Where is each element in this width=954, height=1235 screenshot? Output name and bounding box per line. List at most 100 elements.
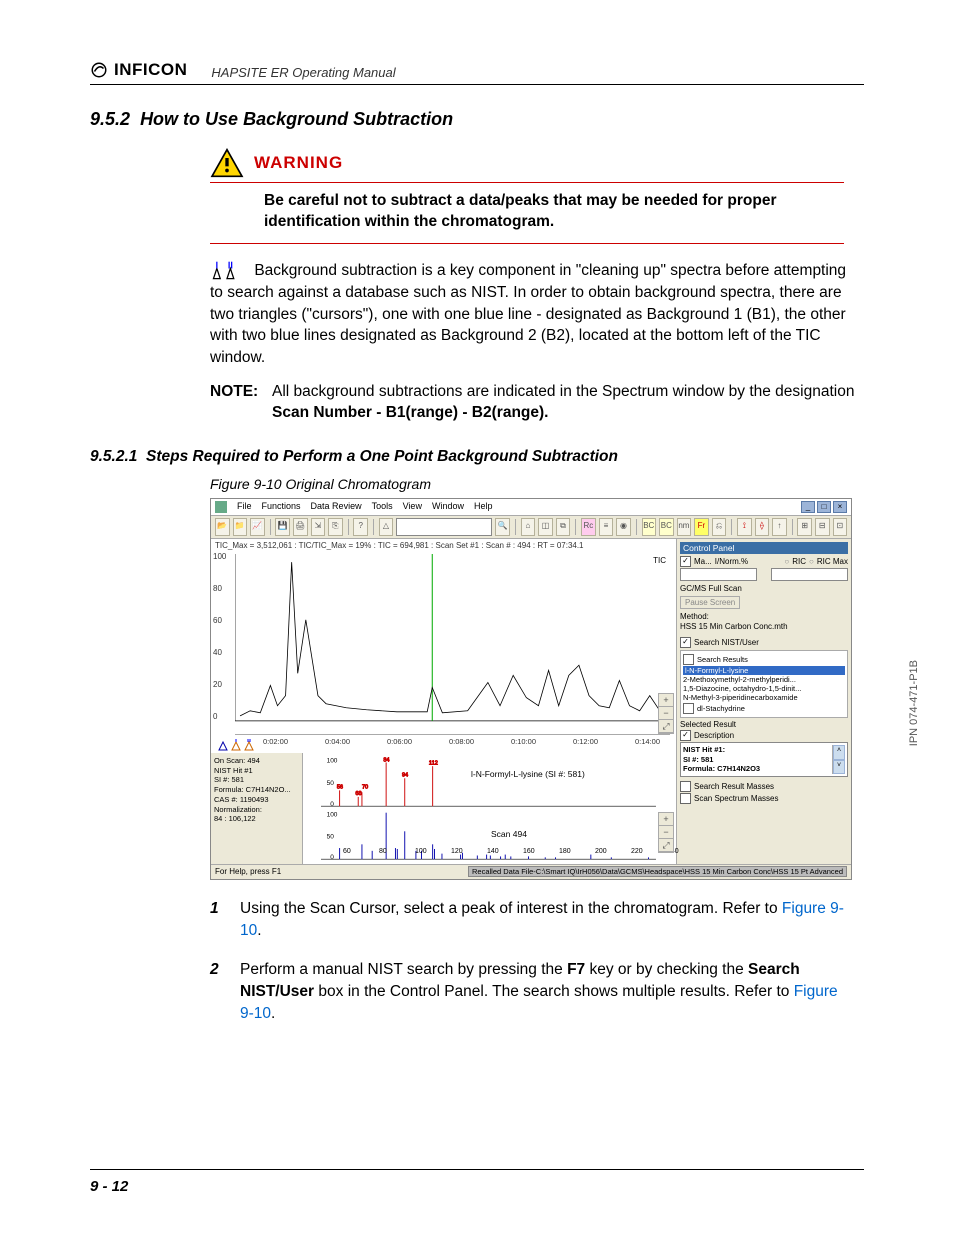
pause-screen-button[interactable]: Pause Screen — [680, 596, 740, 609]
chk-search-nist[interactable]: ✓ — [680, 637, 691, 648]
chk-description[interactable]: ✓ — [680, 730, 691, 741]
svg-text:56: 56 — [337, 784, 343, 790]
tb-m-icon[interactable]: ⟠ — [755, 518, 770, 536]
svg-text:0: 0 — [330, 854, 334, 861]
tb-f-icon[interactable]: ◉ — [616, 518, 631, 536]
tic-zoom-controls[interactable]: +−⤢ — [658, 693, 674, 734]
scan-cursor-icon[interactable] — [217, 739, 229, 751]
spectrum-info-panel: On Scan: 494 NIST Hit #1 SI #: 581 Formu… — [211, 753, 303, 867]
field-2[interactable] — [771, 568, 848, 581]
tb-d-icon[interactable]: Rc — [581, 518, 596, 536]
document-code-vertical: IPN 074-471-P1B — [908, 660, 920, 746]
page-number: 9 - 12 — [90, 1178, 128, 1195]
result-scrollbar[interactable]: ˄˅ — [832, 745, 845, 774]
note-label: NOTE: — [210, 381, 272, 424]
tic-plot[interactable]: 100 80 60 40 20 0 TIC 0:02:00 0:04:00 — [235, 554, 670, 735]
warning-text: Be careful not to subtract a data/peaks … — [264, 191, 844, 233]
spectrum-plots[interactable]: 100500 56 68 70 84 94 112 — [321, 755, 656, 853]
field-1[interactable] — [680, 568, 757, 581]
tb-q-icon[interactable]: ⊡ — [833, 518, 848, 536]
spec-zoom-controls[interactable]: +−⤢ — [658, 812, 674, 853]
tb-l-icon[interactable]: ⟟ — [737, 518, 752, 536]
zoom-reset-icon[interactable]: ⤢ — [659, 720, 673, 733]
tb-p-icon[interactable]: ⊟ — [815, 518, 830, 536]
inficon-swirl-icon — [90, 61, 108, 79]
selected-result-box: NIST Hit #1: SI #: 581 Formula: C7H14N2O… — [680, 742, 848, 777]
xtick: 0:10:00 — [511, 737, 536, 746]
menu-tools[interactable]: Tools — [372, 501, 393, 513]
tb-c-icon[interactable]: ⧉ — [556, 518, 571, 536]
page-footer: 9 - 12 — [90, 1169, 864, 1195]
body-paragraph: Background subtraction is a key componen… — [210, 260, 854, 369]
scroll-down-icon[interactable]: ˅ — [833, 760, 845, 775]
close-icon[interactable]: × — [833, 501, 847, 513]
window-controls: _ □ × — [801, 501, 847, 513]
note-text: All background subtractions are indicate… — [272, 381, 864, 424]
tb-i-icon[interactable]: nm — [677, 518, 692, 536]
app-icon — [215, 501, 227, 513]
scroll-up-icon[interactable]: ˄ — [833, 745, 845, 760]
tb-copy-icon[interactable]: ⎘ — [328, 518, 343, 536]
chk-r5[interactable] — [683, 703, 694, 714]
chk-spectrum-masses[interactable] — [680, 793, 691, 804]
brand-logo: INFICON — [90, 60, 187, 80]
minimize-icon[interactable]: _ — [801, 501, 815, 513]
result-row-4[interactable]: N-Methyl-3-piperidinecarboxamide — [683, 693, 845, 702]
tb-chart-icon[interactable]: 📈 — [250, 518, 265, 536]
search-nist-label: Search NIST/User — [694, 638, 759, 647]
result-row-3[interactable]: 1,5-Diazocine, octahydro-1,5-dinit... — [683, 684, 845, 693]
tb-open2-icon[interactable]: 📁 — [233, 518, 248, 536]
result-row-1[interactable]: l-N-Formyl-L-lysine — [683, 666, 845, 675]
tb-print-icon[interactable]: 🖨 — [293, 518, 308, 536]
maximize-icon[interactable]: □ — [817, 501, 831, 513]
tb-a-icon[interactable]: ⌂ — [521, 518, 536, 536]
result-row-5[interactable]: dl-Stachydrine — [697, 704, 745, 713]
tb-h-icon[interactable]: BC — [659, 518, 674, 536]
status-bar: For Help, press F1 Recalled Data File-C:… — [211, 864, 851, 879]
zoom-out-icon[interactable]: − — [659, 707, 673, 720]
tb-j-icon[interactable]: Fr — [694, 518, 709, 536]
ytick: 0 — [213, 712, 217, 721]
result-row-2[interactable]: 2-Methoxymethyl-2-methylperidi... — [683, 675, 845, 684]
warning-rule-top — [210, 182, 844, 183]
note-row: NOTE: All background subtractions are in… — [210, 381, 864, 424]
menu-help[interactable]: Help — [474, 501, 493, 513]
warning-label: WARNING — [254, 153, 343, 173]
tb-g-icon[interactable]: BC — [642, 518, 657, 536]
tb-o-icon[interactable]: ⊞ — [797, 518, 812, 536]
tb-n-icon[interactable]: ↑ — [772, 518, 787, 536]
chk-max[interactable]: ✓ — [680, 556, 691, 567]
tb-b-icon[interactable]: ◫ — [538, 518, 553, 536]
status-right: Recalled Data File-C:\Smart IQ\IrH056\Da… — [468, 866, 847, 877]
svg-text:84: 84 — [383, 757, 389, 763]
chk-result-masses[interactable] — [680, 781, 691, 792]
tb-dropdown[interactable] — [396, 518, 492, 536]
control-panel-header[interactable]: Control Panel — [680, 542, 848, 554]
menu-window[interactable]: Window — [432, 501, 464, 513]
menu-file[interactable]: File — [237, 501, 252, 513]
tb-cursor-icon[interactable]: △ — [379, 518, 394, 536]
zoom-reset-icon[interactable]: ⤢ — [659, 839, 673, 852]
tb-export-icon[interactable]: ⇲ — [311, 518, 326, 536]
b2-cursor-icon[interactable] — [243, 739, 255, 751]
zoom-in-icon[interactable]: + — [659, 694, 673, 707]
menu-functions[interactable]: Functions — [262, 501, 301, 513]
tb-open-icon[interactable]: 📂 — [215, 518, 230, 536]
control-panel: Control Panel ✓Ma... I/Norm.% ○RIC ○RIC … — [676, 539, 851, 867]
tb-k-icon[interactable]: ⎌ — [712, 518, 727, 536]
chk-search-results[interactable] — [683, 654, 694, 665]
b1-cursor-icon[interactable] — [230, 739, 242, 751]
svg-text:100: 100 — [327, 811, 338, 818]
menu-data-review[interactable]: Data Review — [311, 501, 362, 513]
tb-save-icon[interactable]: 💾 — [275, 518, 290, 536]
tb-e-icon[interactable]: ≡ — [599, 518, 614, 536]
search-results-group: Search Results l-N-Formyl-L-lysine 2-Met… — [680, 650, 848, 718]
tb-zoom-icon[interactable]: 🔍 — [495, 518, 510, 536]
selected-result-label: Selected Result — [680, 720, 736, 729]
zoom-out-icon[interactable]: − — [659, 826, 673, 839]
xtick: 0:04:00 — [325, 737, 350, 746]
zoom-in-icon[interactable]: + — [659, 813, 673, 826]
figure-screenshot: File Functions Data Review Tools View Wi… — [210, 498, 852, 880]
menu-view[interactable]: View — [403, 501, 422, 513]
tb-help-icon[interactable]: ? — [353, 518, 368, 536]
